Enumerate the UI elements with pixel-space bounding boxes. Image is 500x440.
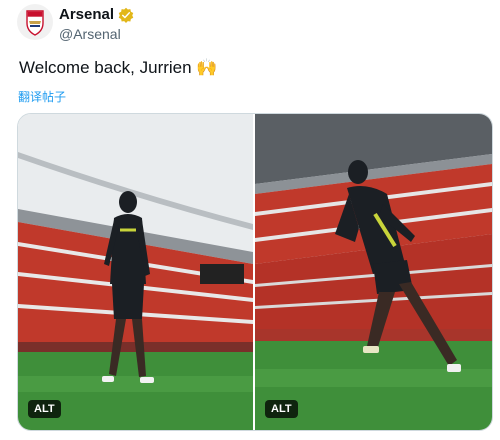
tweet-text: Welcome back, Jurrien 🙌 [19, 58, 218, 77]
photo-2-image [255, 114, 492, 430]
photo-2[interactable]: ALT [255, 114, 492, 430]
media-grid: ALT ALT [17, 113, 493, 431]
translate-post-link[interactable]: 翻译帖子 [18, 88, 66, 105]
author-handle[interactable]: @Arsenal [59, 26, 121, 42]
avatar[interactable] [17, 4, 53, 40]
alt-badge-2[interactable]: ALT [265, 400, 298, 418]
author-name[interactable]: Arsenal [59, 6, 114, 23]
verified-badge-icon [118, 7, 134, 23]
photo-1-image [18, 114, 253, 430]
photo-1[interactable]: ALT [18, 114, 255, 430]
arsenal-crest-icon [26, 10, 44, 36]
alt-badge-1[interactable]: ALT [28, 400, 61, 418]
author-name-row: Arsenal [59, 6, 134, 23]
